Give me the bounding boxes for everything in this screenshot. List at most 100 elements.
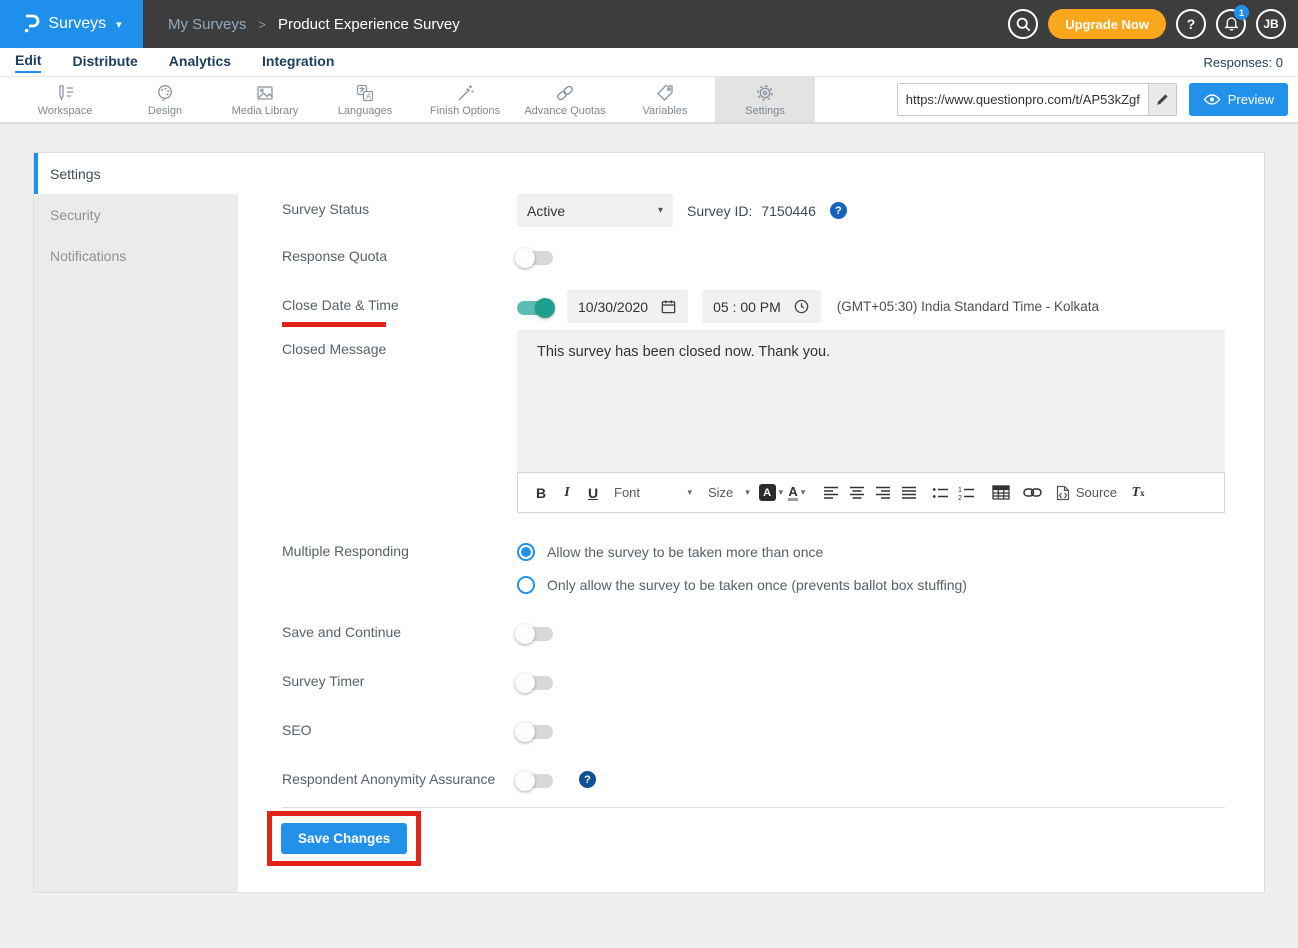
preview-button[interactable]: Preview [1189,83,1288,116]
user-avatar[interactable]: JB [1256,9,1286,39]
sidebar-item-notifications[interactable]: Notifications [34,235,238,276]
svg-text:1: 1 [958,487,962,494]
survey-status-select[interactable]: Active ▾ [517,194,673,227]
responses-count: Responses: 0 [1204,55,1284,70]
closed-message-editor: This survey has been closed now. Thank y… [517,330,1225,513]
toolbar-item-media-library[interactable]: Media Library [215,77,315,122]
source-button[interactable]: Source [1056,479,1117,507]
tab-edit[interactable]: Edit [15,52,41,73]
anonymity-help-icon[interactable]: ? [579,771,596,788]
italic-button[interactable]: I [554,479,580,507]
survey-status-label: Survey Status [282,194,517,217]
questionpro-p-icon [21,13,40,35]
toolbar-item-design[interactable]: Design [115,77,215,122]
survey-id-value: 7150446 [761,203,816,219]
breadcrumb-my-surveys[interactable]: My Surveys [168,16,246,33]
respondent-anonymity-row: Respondent Anonymity Assurance ? [282,771,1225,788]
align-right-button[interactable] [870,479,896,507]
remove-format-button[interactable]: Tx [1125,479,1151,507]
toolbar-item-variables[interactable]: Variables [615,77,715,122]
bold-button[interactable]: B [528,479,554,507]
toggle-knob [515,722,535,742]
table-button[interactable] [988,479,1014,507]
breadcrumb: My Surveys > Product Experience Survey [168,16,460,33]
product-caret-icon: ▾ [116,18,122,31]
upgrade-now-button[interactable]: Upgrade Now [1048,9,1166,39]
underline-button[interactable]: U [580,479,606,507]
text-color-button[interactable]: A▾ [784,479,810,507]
justify-button[interactable] [896,479,922,507]
tab-analytics[interactable]: Analytics [169,53,231,72]
close-date-field[interactable]: 10/30/2020 [567,290,688,323]
survey-id-label: Survey ID: [687,203,752,219]
survey-url-box [897,83,1177,116]
translate-icon: A [355,83,375,103]
help-button[interactable]: ? [1176,9,1206,39]
radio-selected-icon [517,543,535,561]
workspace-icon [55,83,75,103]
toolbar-item-settings[interactable]: Settings [715,77,815,122]
closed-message-text[interactable]: This survey has been closed now. Thank y… [517,330,1225,472]
chevron-down-icon: ▾ [658,205,663,216]
notifications-button[interactable]: 1 [1216,9,1246,39]
toolbar-item-languages[interactable]: A Languages [315,77,415,122]
link-button[interactable] [1020,479,1046,507]
image-icon [255,83,275,103]
align-center-button[interactable] [844,479,870,507]
save-and-continue-label: Save and Continue [282,624,517,640]
close-date-value: 10/30/2020 [578,299,648,315]
palette-icon [155,83,175,103]
response-quota-row: Response Quota [282,248,1225,265]
breadcrumb-separator: > [258,17,266,32]
seo-label: SEO [282,722,517,738]
close-time-field[interactable]: 05 : 00 PM [702,290,821,323]
response-quota-toggle[interactable] [517,251,553,265]
search-button[interactable] [1008,9,1038,39]
gear-icon [755,83,775,103]
survey-timer-toggle[interactable] [517,676,553,690]
richtext-toolbar: B I U Font▾ Size▾ A▾ A▾ [517,472,1225,513]
font-dropdown[interactable]: Font▾ [614,485,692,500]
close-date-toggle[interactable] [517,301,553,315]
numbered-list-button[interactable]: 12 [954,479,980,507]
toolbar-item-advance-quotas[interactable]: Advance Quotas [515,77,615,122]
survey-status-row: Survey Status Active ▾ Survey ID: 715044… [282,194,1225,227]
background-color-button[interactable]: A▾ [758,479,784,507]
form-divider [282,807,1225,808]
edit-url-button[interactable] [1148,84,1176,115]
header-actions: Upgrade Now ? 1 JB [1008,9,1298,39]
respondent-anonymity-label: Respondent Anonymity Assurance [282,771,517,787]
save-changes-button[interactable]: Save Changes [281,823,407,854]
toolbar-item-workspace[interactable]: Workspace [15,77,115,122]
save-and-continue-toggle[interactable] [517,627,553,641]
multiple-responding-label: Multiple Responding [282,543,517,559]
settings-card: Settings Security Notifications Survey S… [33,152,1265,893]
question-icon: ? [1187,16,1196,32]
questionpro-logo[interactable]: Surveys ▾ [0,0,143,48]
pencil-icon [1155,92,1170,107]
tab-integration[interactable]: Integration [262,53,334,72]
close-date-label: Close Date & Time [282,297,517,313]
sidebar-item-settings[interactable]: Settings [34,153,238,194]
timezone-text: (GMT+05:30) India Standard Time - Kolkat… [837,299,1099,314]
calendar-icon [660,298,677,315]
survey-url-input[interactable] [898,84,1148,115]
toggle-knob [515,248,535,268]
bullet-list-button[interactable] [928,479,954,507]
tag-icon [655,83,675,103]
clock-icon [793,298,810,315]
toggle-knob [535,298,555,318]
tab-distribute[interactable]: Distribute [72,53,137,72]
toolbar-item-finish-options[interactable]: Finish Options [415,77,515,122]
chevron-down-icon: ▾ [687,487,692,498]
radio-only-once[interactable]: Only allow the survey to be taken once (… [517,576,967,594]
size-dropdown[interactable]: Size▾ [708,485,750,500]
seo-toggle[interactable] [517,725,553,739]
sidebar-item-security[interactable]: Security [34,194,238,235]
radio-allow-multiple[interactable]: Allow the survey to be taken more than o… [517,543,967,561]
survey-link-area: Preview [897,77,1298,122]
align-left-button[interactable] [818,479,844,507]
toggle-knob [515,624,535,644]
respondent-anonymity-toggle[interactable] [517,774,553,788]
survey-id-help-icon[interactable]: ? [830,202,847,219]
